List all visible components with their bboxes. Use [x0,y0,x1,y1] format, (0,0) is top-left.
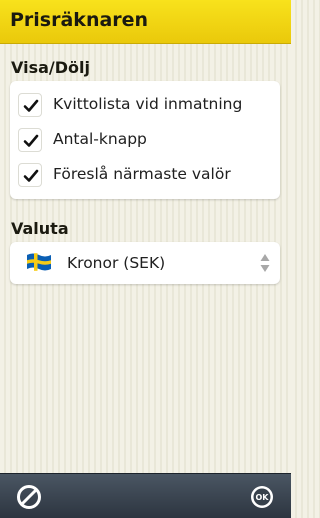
option-receipt-list[interactable]: Kvittolista vid inmatning [10,87,280,123]
title-bar: Prisräknaren [0,0,291,44]
ok-button[interactable]: OK [248,483,276,511]
checkbox-receipt-list[interactable] [18,93,42,117]
checkmark-icon [23,134,39,147]
checkmark-icon [23,99,39,112]
section-title-currency: Valuta [11,219,69,238]
checkbox-quantity-button[interactable] [18,128,42,152]
cancel-button[interactable] [15,483,43,511]
option-quantity-button[interactable]: Antal-knapp [10,122,280,158]
visibility-options-card: Kvittolista vid inmatning Antal-knapp Fö… [10,81,280,199]
section-title-visibility: Visa/Dölj [11,58,90,77]
currency-select[interactable]: Kronor (SEK) [10,242,280,284]
currency-selected-value: Kronor (SEK) [67,254,166,272]
option-label: Antal-knapp [53,130,147,148]
ok-label: OK [256,493,270,502]
cancel-icon [17,485,41,509]
option-label: Föreslå närmaste valör [53,165,231,183]
app-title: Prisräknaren [10,9,149,31]
option-label: Kvittolista vid inmatning [53,95,243,113]
checkmark-icon [23,169,39,182]
dropdown-arrows-icon [260,254,270,272]
bottom-toolbar: OK [0,473,291,518]
sweden-flag-icon [27,253,51,271]
checkbox-suggest-denomination[interactable] [18,163,42,187]
ok-icon: OK [251,486,273,508]
option-suggest-denomination[interactable]: Föreslå närmaste valör [10,157,280,193]
